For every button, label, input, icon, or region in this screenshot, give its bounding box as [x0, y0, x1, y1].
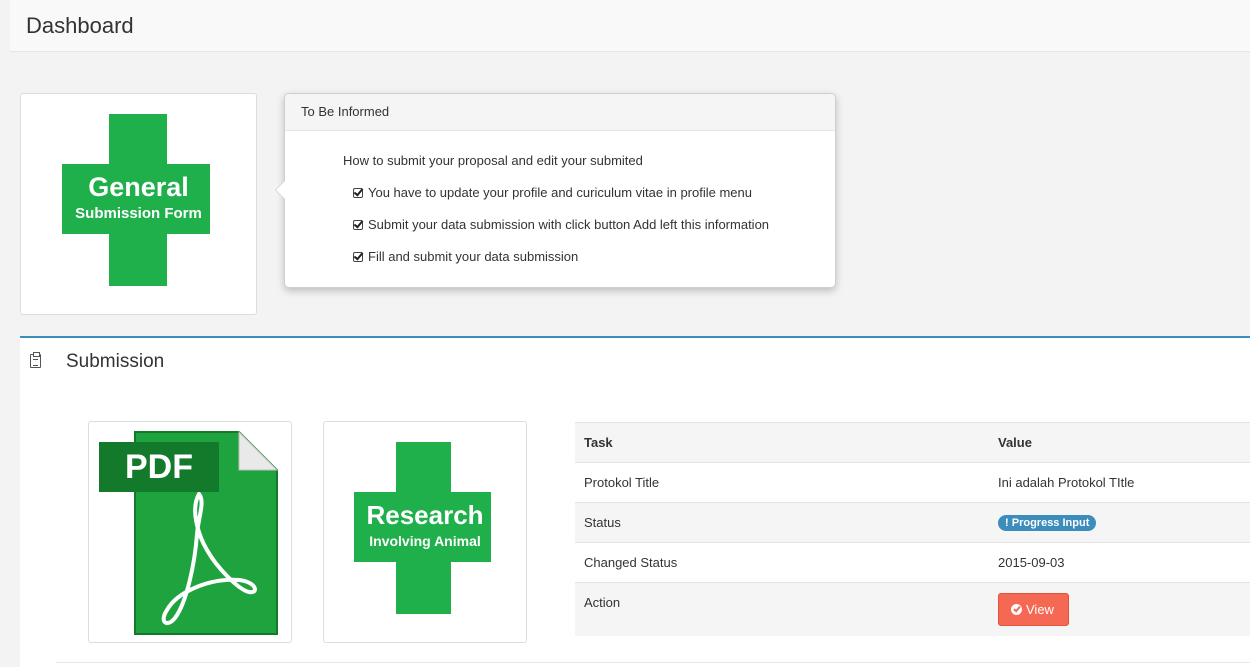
value-cell: View: [989, 582, 1250, 636]
value-cell: 2015-09-03: [989, 542, 1250, 583]
table-row: Changed Status 2015-09-03: [575, 542, 1250, 583]
value-cell: ! Progress Input: [989, 502, 1250, 543]
submission-box: Submission PDF Research Involving Animal…: [20, 336, 1250, 667]
logo-text-involving-animal: Involving Animal: [369, 533, 481, 549]
check-square-icon: [353, 220, 363, 230]
submission-title: Submission: [66, 351, 165, 372]
check-square-icon: [353, 188, 363, 198]
status-badge: ! Progress Input: [998, 515, 1097, 531]
logo-text-research: Research: [366, 500, 484, 530]
value-cell: Ini adalah Protokol TItle: [989, 462, 1250, 503]
task-cell: Status: [575, 502, 989, 543]
info-popover: To Be Informed How to submit your propos…: [275, 93, 836, 288]
popover-arrow: [275, 180, 285, 200]
clipboard-icon: [30, 352, 41, 368]
pdf-logo[interactable]: PDF: [88, 421, 292, 643]
table-row: Protokol Title Ini adalah Protokol TItle: [575, 462, 1250, 503]
table-row: Status ! Progress Input: [575, 502, 1250, 543]
check-circle-icon: [1011, 604, 1022, 615]
logo-text-submission-form: Submission Form: [75, 205, 202, 222]
logo-text-general: General: [88, 172, 189, 202]
task-cell: Protokol Title: [575, 462, 989, 503]
popover-item: Submit your data submission with click b…: [353, 217, 769, 232]
column-header-value: Value: [989, 422, 1250, 463]
research-involving-animal-logo[interactable]: Research Involving Animal: [323, 421, 527, 643]
view-button[interactable]: View: [998, 593, 1069, 626]
pdf-label: PDF: [125, 448, 193, 486]
exclamation-icon: !: [1005, 517, 1009, 529]
popover-item: You have to update your profile and curi…: [353, 185, 752, 200]
column-header-task: Task: [575, 422, 989, 463]
task-cell: Action: [575, 582, 989, 636]
table-row: Action View: [575, 582, 1250, 636]
page-header: Dashboard: [10, 0, 1250, 52]
table-header-row: Task Value: [575, 422, 1250, 463]
task-cell: Changed Status: [575, 542, 989, 583]
check-square-icon: [353, 252, 363, 262]
page-title: Dashboard: [26, 13, 134, 38]
submission-info-table: Task Value Protokol Title Ini adalah Pro…: [575, 422, 1250, 636]
popover-item: Fill and submit your data submission: [353, 249, 578, 264]
divider: [56, 662, 1250, 663]
popover-title: To Be Informed: [285, 94, 835, 131]
popover-intro: How to submit your proposal and edit you…: [343, 153, 643, 168]
general-submission-form-logo[interactable]: General Submission Form: [20, 93, 257, 315]
